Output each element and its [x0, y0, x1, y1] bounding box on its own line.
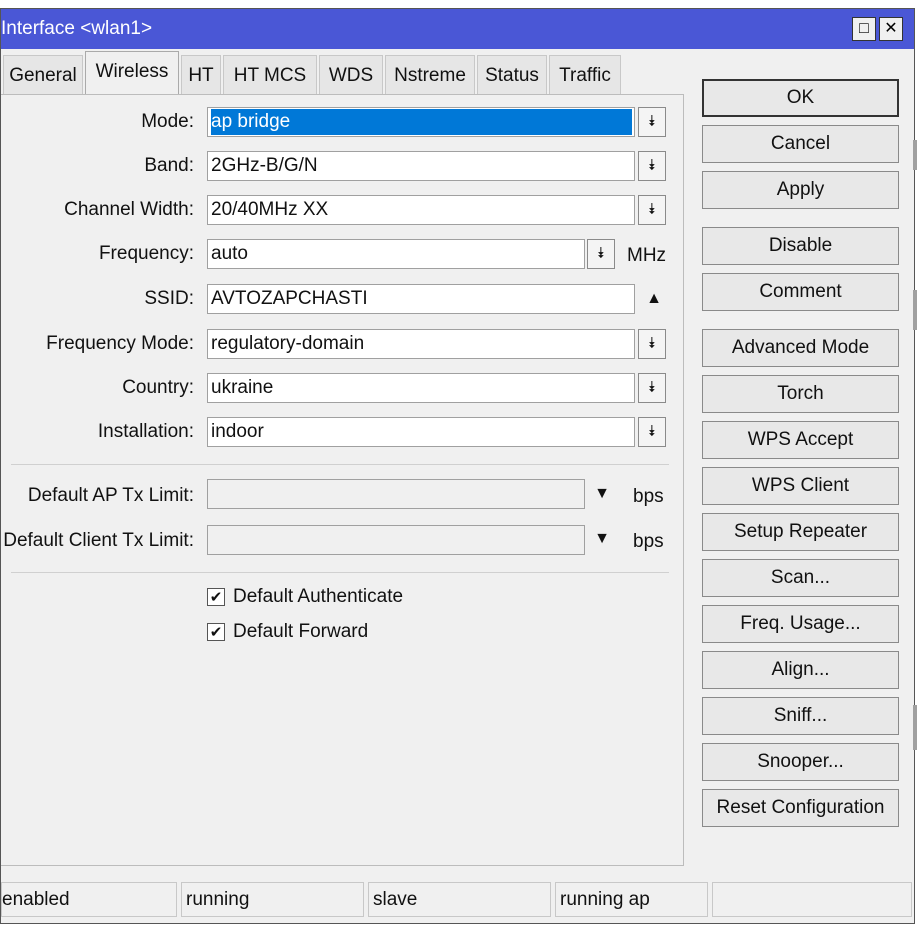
setup-repeater-button[interactable]: Setup Repeater — [702, 513, 899, 551]
band-dropdown-icon[interactable]: ⯯ — [638, 151, 666, 181]
default-forward-checkbox[interactable]: ✔ Default Forward — [207, 621, 368, 643]
ssid-input[interactable]: AVTOZAPCHASTI — [207, 284, 635, 314]
frequency-label: Frequency: — [98, 243, 194, 264]
align-button[interactable]: Align... — [702, 651, 899, 689]
mode-select[interactable]: ap bridge — [207, 107, 635, 137]
status-role: slave — [368, 882, 551, 917]
country-label: Country: — [122, 377, 194, 398]
disable-button[interactable]: Disable — [702, 227, 899, 265]
status-running: running — [181, 882, 364, 917]
mode-label: Mode: — [141, 111, 194, 132]
frequency-unit: MHz — [627, 245, 667, 266]
default-authenticate-label: Default Authenticate — [233, 586, 404, 607]
cancel-button[interactable]: Cancel — [702, 125, 899, 163]
channel-width-label: Channel Width: — [64, 199, 194, 220]
default-ap-tx-limit-input[interactable] — [207, 479, 585, 509]
default-client-tx-limit-unit: bps — [633, 531, 664, 552]
separator — [11, 572, 669, 573]
channel-width-select[interactable]: 20/40MHz XX — [207, 195, 635, 225]
tab-status[interactable]: Status — [477, 55, 547, 95]
default-forward-label: Default Forward — [233, 621, 369, 642]
ssid-label: SSID: — [144, 288, 194, 309]
frequency-mode-dropdown-icon[interactable]: ⯯ — [638, 329, 666, 359]
wps-client-button[interactable]: WPS Client — [702, 467, 899, 505]
country-dropdown-icon[interactable]: ⯯ — [638, 373, 666, 403]
torch-button[interactable]: Torch — [702, 375, 899, 413]
tab-ht[interactable]: HT — [181, 55, 221, 95]
wps-accept-button[interactable]: WPS Accept — [702, 421, 899, 459]
frequency-mode-select[interactable]: regulatory-domain — [207, 329, 635, 359]
tab-ht-mcs[interactable]: HT MCS — [223, 55, 317, 95]
status-running-ap: running ap — [555, 882, 708, 917]
default-ap-tx-limit-dropdown-icon[interactable]: ▼ — [591, 485, 613, 503]
snooper-button[interactable]: Snooper... — [702, 743, 899, 781]
ok-button[interactable]: OK — [702, 79, 899, 117]
separator — [11, 464, 669, 465]
background-window-edge — [913, 705, 917, 750]
frequency-mode-label: Frequency Mode: — [46, 333, 194, 354]
channel-width-dropdown-icon[interactable]: ⯯ — [638, 195, 666, 225]
interface-window: Interface <wlan1> □ ✕ General Wireless H… — [0, 8, 915, 924]
band-label: Band: — [144, 155, 194, 176]
freq-usage-button[interactable]: Freq. Usage... — [702, 605, 899, 643]
advanced-mode-button[interactable]: Advanced Mode — [702, 329, 899, 367]
status-enabled: enabled — [1, 882, 177, 917]
window-title: Interface <wlan1> — [1, 18, 153, 39]
checkmark-icon: ✔ — [207, 623, 225, 641]
default-authenticate-checkbox[interactable]: ✔ Default Authenticate — [207, 586, 403, 608]
restore-window-button[interactable]: □ — [852, 17, 876, 41]
tab-general[interactable]: General — [3, 55, 83, 95]
tab-nstreme[interactable]: Nstreme — [385, 55, 475, 95]
tab-wds[interactable]: WDS — [319, 55, 383, 95]
background-window-edge — [913, 140, 917, 170]
reset-configuration-button[interactable]: Reset Configuration — [702, 789, 899, 827]
background-window-edge — [913, 290, 917, 330]
country-select[interactable]: ukraine — [207, 373, 635, 403]
mode-dropdown-icon[interactable]: ⯯ — [638, 107, 666, 137]
tab-wireless[interactable]: Wireless — [85, 51, 179, 95]
close-window-button[interactable]: ✕ — [879, 17, 903, 41]
band-select[interactable]: 2GHz-B/G/N — [207, 151, 635, 181]
tab-traffic[interactable]: Traffic — [549, 55, 621, 95]
frequency-select[interactable]: auto — [207, 239, 585, 269]
installation-label: Installation: — [97, 421, 194, 442]
status-empty — [712, 882, 912, 917]
default-client-tx-limit-label: Default Client Tx Limit: — [3, 530, 194, 551]
comment-button[interactable]: Comment — [702, 273, 899, 311]
ssid-collapse-icon[interactable]: ▲ — [643, 290, 665, 308]
title-bar[interactable]: Interface <wlan1> □ ✕ — [1, 9, 914, 49]
default-ap-tx-limit-label: Default AP Tx Limit: — [27, 485, 194, 506]
default-client-tx-limit-input[interactable] — [207, 525, 585, 555]
installation-select[interactable]: indoor — [207, 417, 635, 447]
apply-button[interactable]: Apply — [702, 171, 899, 209]
checkmark-icon: ✔ — [207, 588, 225, 606]
installation-dropdown-icon[interactable]: ⯯ — [638, 417, 666, 447]
sniff-button[interactable]: Sniff... — [702, 697, 899, 735]
default-ap-tx-limit-unit: bps — [633, 486, 664, 507]
default-client-tx-limit-dropdown-icon[interactable]: ▼ — [591, 530, 613, 548]
scan-button[interactable]: Scan... — [702, 559, 899, 597]
frequency-dropdown-icon[interactable]: ⯯ — [587, 239, 615, 269]
